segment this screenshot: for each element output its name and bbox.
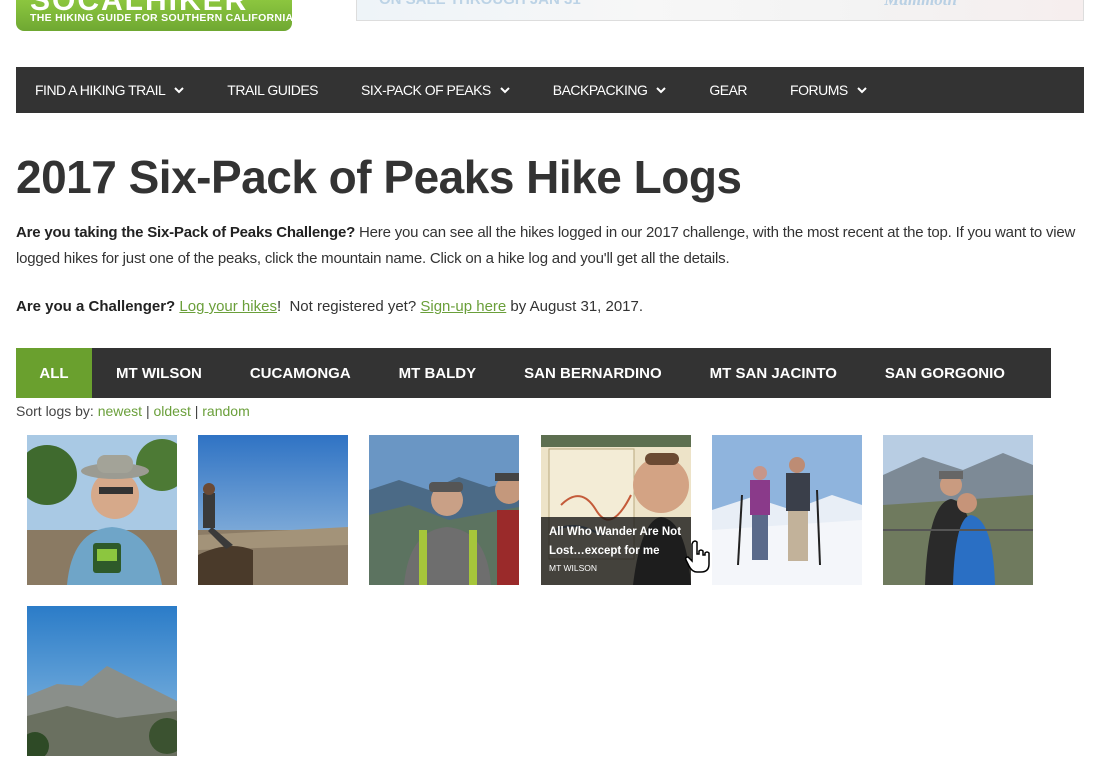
hike-log-thumbnail[interactable] xyxy=(198,435,348,585)
hike-log-title: All Who Wander Are Not Lost…except for m… xyxy=(549,526,682,557)
hike-log-hover-card: All Who Wander Are Not Lost…except for m… xyxy=(541,517,691,585)
challenger-bold: Are you a Challenger? xyxy=(16,298,176,315)
nav-label: TRAIL GUIDES xyxy=(227,82,319,98)
couple-summit-photo xyxy=(883,435,1033,585)
intro-bold: Are you taking the Six-Pack of Peaks Cha… xyxy=(16,224,356,241)
hike-log-peak: MT WILSON xyxy=(549,563,598,573)
banner-brand: Mammoth xyxy=(884,0,957,10)
challenger-line: Are you a Challenger? Log your hikes! No… xyxy=(16,298,643,315)
hike-log-thumbnail[interactable] xyxy=(369,435,519,585)
tab-cucamonga[interactable]: CUCAMONGA xyxy=(226,348,375,398)
after-log-text: ! Not registered yet? xyxy=(276,298,421,315)
site-logo[interactable]: SOCALHIKER THE HIKING GUIDE FOR SOUTHERN… xyxy=(16,0,292,31)
tab-mt-san-jacinto[interactable]: MT SAN JACINTO xyxy=(686,348,861,398)
nav-label: FIND A HIKING TRAIL xyxy=(35,82,166,98)
sort-separator: | xyxy=(142,403,154,419)
nav-backpacking[interactable]: BACKPACKING xyxy=(553,82,667,98)
chevron-down-icon xyxy=(656,87,667,94)
hike-log-thumbnail[interactable] xyxy=(27,435,177,585)
hiker-group-photo xyxy=(369,435,519,585)
tab-san-gorgonio[interactable]: SAN GORGONIO xyxy=(861,348,1029,398)
intro-paragraph: Are you taking the Six-Pack of Peaks Cha… xyxy=(16,220,1086,272)
nav-forums[interactable]: FORUMS xyxy=(790,82,867,98)
peak-filter-tabs: ALL MT WILSON CUCAMONGA MT BALDY SAN BER… xyxy=(16,348,1051,398)
signup-link[interactable]: Sign-up here xyxy=(420,298,506,315)
nav-label: SIX-PACK OF PEAKS xyxy=(361,82,491,98)
nav-find-trail[interactable]: FIND A HIKING TRAIL xyxy=(35,82,184,98)
hike-log-thumbnail[interactable] xyxy=(883,435,1033,585)
nav-six-pack[interactable]: SIX-PACK OF PEAKS xyxy=(361,82,510,98)
tab-mt-wilson[interactable]: MT WILSON xyxy=(92,348,226,398)
sort-oldest-link[interactable]: oldest xyxy=(153,403,190,419)
ad-banner[interactable]: ON SALE THROUGH JAN 31 Mammoth xyxy=(356,0,1084,21)
logo-tagline: THE HIKING GUIDE FOR SOUTHERN CALIFORNIA xyxy=(30,12,292,24)
hike-log-thumbnail[interactable] xyxy=(27,606,177,756)
log-hikes-link[interactable]: Log your hikes xyxy=(179,298,277,315)
sort-controls: Sort logs by: newest | oldest | random xyxy=(16,403,250,419)
hike-log-thumbnail-hovered[interactable]: All Who Wander Are Not Lost…except for m… xyxy=(541,435,691,585)
sort-newest-link[interactable]: newest xyxy=(98,403,142,419)
nav-label: BACKPACKING xyxy=(552,82,648,98)
hike-log-thumbnail[interactable] xyxy=(712,435,862,585)
tab-san-bernardino[interactable]: SAN BERNARDINO xyxy=(500,348,686,398)
page-title: 2017 Six-Pack of Peaks Hike Logs xyxy=(16,151,742,203)
main-nav: FIND A HIKING TRAIL TRAIL GUIDES SIX-PAC… xyxy=(16,67,1084,113)
sort-separator: | xyxy=(190,403,203,419)
nav-label: GEAR xyxy=(709,82,748,98)
banner-text: ON SALE THROUGH JAN 31 xyxy=(379,0,581,8)
tab-all[interactable]: ALL xyxy=(16,348,92,398)
sort-label: Sort logs by: xyxy=(16,403,98,419)
nav-label: FORUMS xyxy=(790,82,848,98)
hand-pointer-cursor-icon xyxy=(685,540,710,573)
sort-random-link[interactable]: random xyxy=(202,403,249,419)
chevron-down-icon xyxy=(174,87,184,94)
after-signup-text: by August 31, 2017. xyxy=(506,298,644,315)
mountain-peak-photo xyxy=(27,606,177,756)
snow-hikers-photo xyxy=(712,435,862,585)
summit-view-photo xyxy=(198,435,348,585)
chevron-down-icon xyxy=(500,87,510,94)
nav-gear[interactable]: GEAR xyxy=(709,82,747,98)
tab-mt-baldy[interactable]: MT BALDY xyxy=(375,348,501,398)
nav-trail-guides[interactable]: TRAIL GUIDES xyxy=(227,82,318,98)
hiker-photo xyxy=(27,435,177,585)
chevron-down-icon xyxy=(857,87,867,94)
